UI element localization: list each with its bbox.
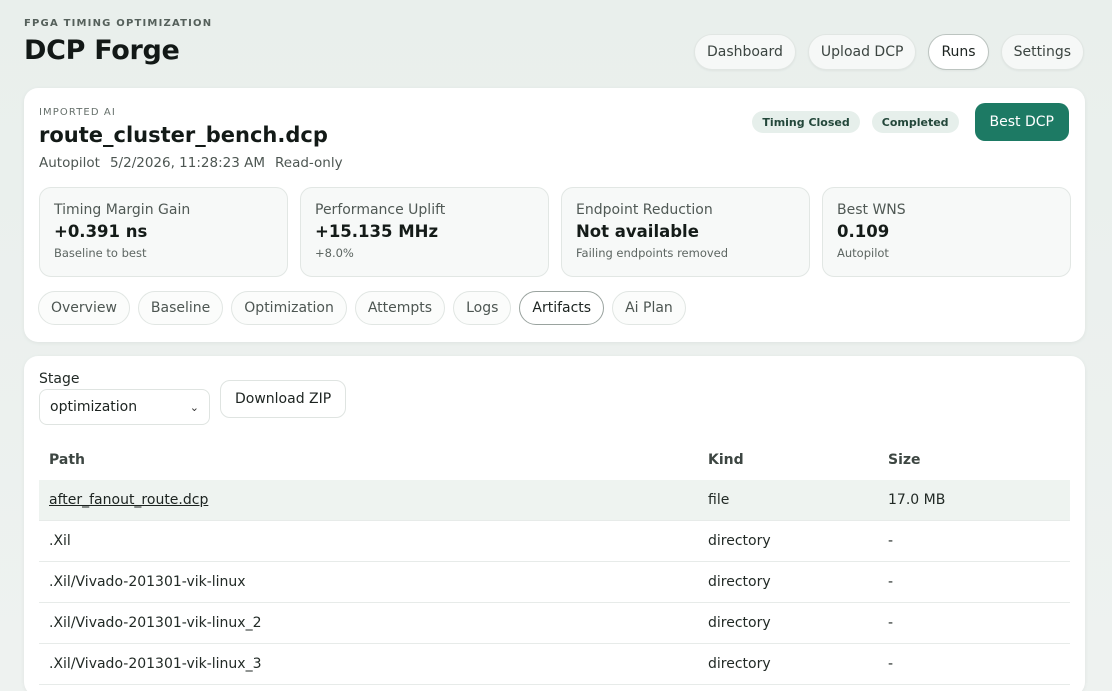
nav-upload-dcp[interactable]: Upload DCP (807, 34, 917, 70)
metric-value: +0.391 ns (54, 222, 148, 241)
tab-attempts[interactable]: Attempts (354, 291, 446, 325)
table-row[interactable]: after_fanout_route.dcp file 17.0 MB (39, 480, 1070, 521)
metric-value: +15.135 MHz (315, 222, 439, 241)
artifact-kind: directory (708, 615, 771, 631)
best-dcp-button[interactable]: Best DCP (974, 103, 1069, 141)
table-row[interactable]: .Xil/Vivado-201301-vik-linux_2 directory… (39, 603, 1070, 644)
column-header-kind: Kind (708, 452, 744, 468)
stage-select-value: optimization (50, 399, 138, 415)
metric-sub: +8.0% (315, 246, 354, 260)
artifact-size: - (888, 574, 894, 590)
artifact-size: 17.0 MB (888, 492, 946, 508)
metric-sub: Failing endpoints removed (576, 246, 729, 260)
status-badge-timing-closed: Timing Closed (752, 111, 860, 133)
tab-optimization[interactable]: Optimization (231, 291, 347, 325)
artifacts-table: Path Kind Size after_fanout_route.dcp fi… (39, 440, 1070, 685)
column-header-size: Size (888, 452, 921, 468)
table-header: Path Kind Size (39, 440, 1070, 480)
metric-sub: Baseline to best (54, 246, 147, 260)
run-access: Read-only (275, 155, 343, 171)
artifact-size: - (888, 656, 894, 672)
metric-sub: Autopilot (837, 246, 889, 260)
run-tabs: Overview Baseline Optimization Attempts … (38, 291, 686, 325)
artifact-path-link[interactable]: after_fanout_route.dcp (49, 492, 208, 508)
table-row[interactable]: .Xil/Vivado-201301-vik-linux directory - (39, 562, 1070, 603)
run-timestamp: 5/2/2026, 11:28:23 AM (109, 155, 265, 171)
stage-select[interactable]: optimization ⌄ (39, 389, 210, 425)
status-badge-completed: Completed (871, 111, 959, 133)
metric-card-performance-uplift: Performance Uplift +15.135 MHz +8.0% (300, 187, 549, 277)
table-row[interactable]: .Xil/Vivado-201301-vik-linux_3 directory… (39, 644, 1070, 685)
run-badges: Timing Closed Completed Best DCP (752, 103, 1069, 141)
tab-artifacts[interactable]: Artifacts (519, 291, 605, 325)
app-eyebrow: FPGA TIMING OPTIMIZATION (24, 18, 213, 29)
run-title: route_cluster_bench.dcp (39, 123, 328, 147)
artifact-size: - (888, 533, 894, 549)
main-nav: Dashboard Upload DCP Runs Settings (693, 34, 1084, 70)
run-summary-card: IMPORTED AI route_cluster_bench.dcp Auto… (24, 88, 1085, 342)
artifact-size: - (888, 615, 894, 631)
run-kicker: IMPORTED AI (39, 107, 116, 118)
metric-card-best-wns: Best WNS 0.109 Autopilot (822, 187, 1071, 277)
metric-label: Endpoint Reduction (576, 202, 713, 218)
metric-label: Performance Uplift (315, 202, 446, 218)
artifact-path: .Xil/Vivado-201301-vik-linux_3 (49, 656, 262, 672)
metric-label: Timing Margin Gain (54, 202, 191, 218)
artifact-path: .Xil/Vivado-201301-vik-linux_2 (49, 615, 262, 631)
metric-card-endpoint-reduction: Endpoint Reduction Not available Failing… (561, 187, 810, 277)
download-zip-button[interactable]: Download ZIP (220, 380, 347, 418)
artifact-kind: directory (708, 656, 771, 672)
tab-ai-plan[interactable]: Ai Plan (612, 291, 686, 325)
tab-baseline[interactable]: Baseline (137, 291, 224, 325)
column-header-path: Path (49, 452, 85, 468)
chevron-down-icon: ⌄ (189, 400, 199, 414)
metric-label: Best WNS (837, 202, 906, 218)
metric-value: 0.109 (837, 222, 890, 241)
top-bar: FPGA TIMING OPTIMIZATION DCP Forge Dashb… (24, 14, 1084, 74)
artifacts-card: Stage optimization ⌄ Download ZIP Path K… (24, 356, 1085, 691)
run-mode: Autopilot (39, 155, 100, 171)
nav-dashboard[interactable]: Dashboard (693, 34, 796, 70)
table-row[interactable]: .Xil directory - (39, 521, 1070, 562)
metric-value: Not available (576, 222, 699, 241)
artifact-path: .Xil/Vivado-201301-vik-linux (49, 574, 246, 590)
artifact-kind: directory (708, 533, 771, 549)
artifact-kind: file (708, 492, 730, 508)
artifact-kind: directory (708, 574, 771, 590)
metrics-row: Timing Margin Gain +0.391 ns Baseline to… (39, 187, 1071, 277)
artifact-path: .Xil (49, 533, 71, 549)
run-meta: Autopilot 5/2/2026, 11:28:23 AM Read-onl… (39, 155, 343, 171)
tab-overview[interactable]: Overview (38, 291, 130, 325)
metric-card-timing-margin: Timing Margin Gain +0.391 ns Baseline to… (39, 187, 288, 277)
nav-settings[interactable]: Settings (1000, 34, 1084, 70)
stage-label: Stage (39, 371, 80, 387)
tab-logs[interactable]: Logs (453, 291, 512, 325)
nav-runs[interactable]: Runs (928, 34, 989, 70)
